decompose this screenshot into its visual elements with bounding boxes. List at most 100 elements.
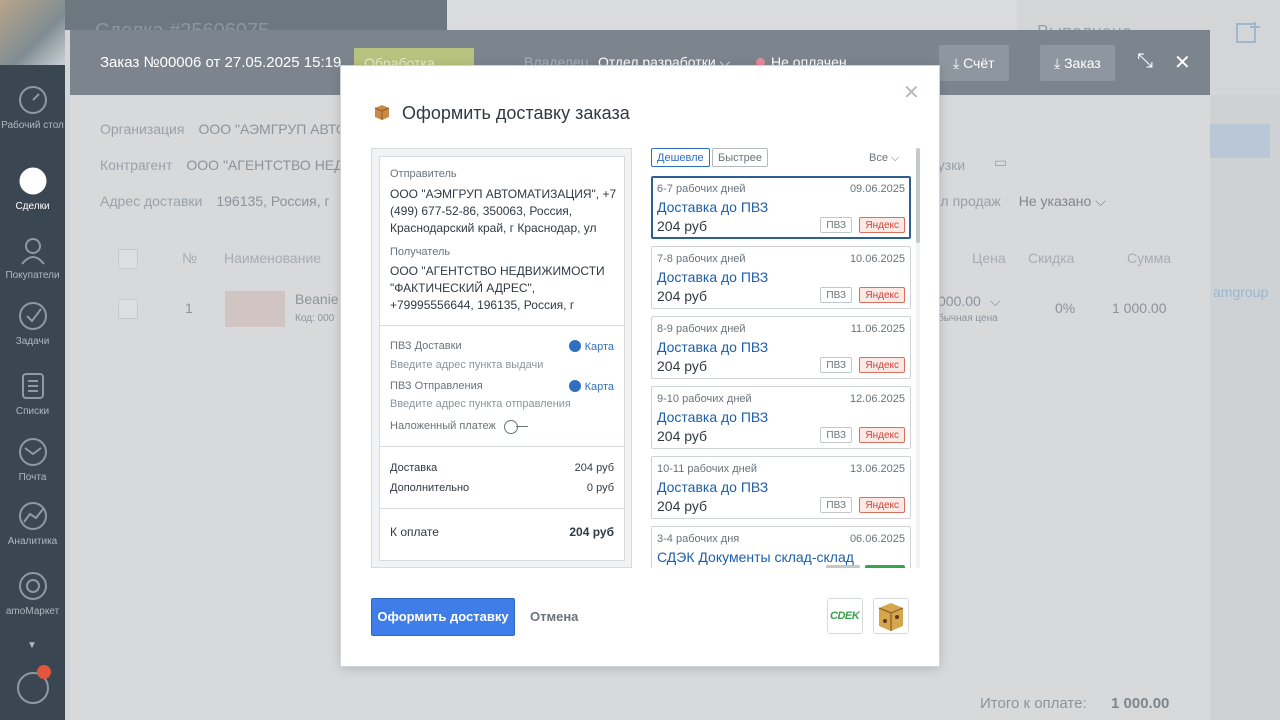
sidebar-item-market[interactable]: amoМаркет <box>0 570 65 618</box>
invoice-button[interactable]: ⤓ Счёт <box>939 45 1009 81</box>
cod-toggle[interactable] <box>504 420 530 434</box>
address-value[interactable]: 196135, Россия, г <box>216 193 329 209</box>
sidebar-item-analytics[interactable]: Аналитика <box>0 500 65 548</box>
delivery-option[interactable]: 9-10 рабочих дней 12.06.2025 Доставка до… <box>651 386 911 449</box>
option-price: 204 руб <box>657 218 708 234</box>
option-price: 204 руб <box>657 428 708 444</box>
order-button-label: Заказ <box>1064 55 1101 71</box>
sender-label: Отправитель <box>390 168 457 180</box>
delivery-option[interactable]: 6-7 рабочих дней 09.06.2025 Доставка до … <box>651 176 911 239</box>
chevron-down-icon[interactable]: ▼ <box>27 640 37 651</box>
row-product-code: Код: 000 <box>295 313 335 324</box>
user-avatar[interactable] <box>0 0 65 65</box>
invoice-button-label: Счёт <box>963 55 995 71</box>
option-name: Доставка до ПВЗ <box>657 479 769 495</box>
option-date: 10.06.2025 <box>849 253 905 265</box>
summary-card: Отправитель ООО "АЭМГРУП АВТОМАТИЗАЦИЯ",… <box>379 156 625 561</box>
col-sum: Сумма <box>1127 250 1171 266</box>
delivery-option[interactable]: 10-11 рабочих дней 13.06.2025 Доставка д… <box>651 456 911 519</box>
pvz-send-map-link[interactable]: Карта <box>568 380 614 393</box>
download-icon: ⤓ <box>1054 55 1061 71</box>
order-download-button[interactable]: ⤓ Заказ <box>1040 45 1115 81</box>
sidebar-item-label: Покупатели <box>5 270 60 281</box>
lists-icon <box>21 373 44 399</box>
pvz-send-label: ПВЗ Отправления <box>390 380 483 392</box>
sidebar-item-deals[interactable]: Сделки <box>0 165 65 213</box>
options-scrollbar-thumb[interactable] <box>916 148 920 243</box>
sidebar-item-mail[interactable]: Почта <box>0 436 65 484</box>
cdek-logo-text: CDEK <box>830 610 860 622</box>
option-name: Доставка до ПВЗ <box>657 409 769 425</box>
filter-all-select[interactable]: Все ⌵ <box>869 152 899 165</box>
row-product-name[interactable]: Beanie <box>295 291 339 307</box>
select-all-checkbox[interactable] <box>118 249 138 269</box>
option-date: 09.06.2025 <box>849 183 905 195</box>
parties-section: Отправитель ООО "АЭМГРУП АВТОМАТИЗАЦИЯ",… <box>380 157 624 326</box>
chevron-down-icon[interactable]: ⌵ <box>990 293 1001 310</box>
row-sum: 1 000.00 <box>1112 300 1167 316</box>
option-type-badge: ПВЗ <box>820 287 852 303</box>
option-name: Доставка до ПВЗ <box>657 339 769 355</box>
row-checkbox[interactable] <box>118 299 138 319</box>
tasks-icon <box>18 302 47 330</box>
sort-cheaper-button[interactable]: Дешевле <box>651 148 710 167</box>
map-link-label: Карта <box>584 381 614 393</box>
option-price: 204 руб <box>657 358 708 374</box>
delivery-option[interactable]: 7-8 рабочих дней 10.06.2025 Доставка до … <box>651 246 911 309</box>
submit-delivery-button[interactable]: Оформить доставку <box>371 598 515 636</box>
download-icon: ⤓ <box>953 55 960 71</box>
collapse-icon[interactable]: ⤡ <box>1137 50 1153 73</box>
calendar-icon[interactable]: ▭ <box>994 154 1007 171</box>
option-price: 204 руб <box>657 498 708 514</box>
delivery-option[interactable]: 8-9 рабочих дней 11.06.2025 Доставка до … <box>651 316 911 379</box>
deal-header: Сделка #25606075 <box>65 0 447 42</box>
sales-channel-select[interactable]: Не указано ⌵ <box>1019 193 1106 209</box>
col-price: Цена <box>972 250 1006 266</box>
pvz-delivery-label: ПВЗ Доставки <box>390 340 462 352</box>
cancel-button[interactable]: Отмена <box>530 609 578 624</box>
delivery-cost-label: Доставка <box>390 462 438 474</box>
order-title: Заказ №00006 от 27.05.2025 15:19 <box>100 54 342 71</box>
sidebar-item-label: Рабочий стол <box>1 120 64 131</box>
option-days: 8-9 рабочих дней <box>657 323 746 335</box>
option-provider-badge: Яндекс <box>859 427 905 443</box>
option-name: Доставка до ПВЗ <box>657 199 769 215</box>
pvz-delivery-map-link[interactable]: Карта <box>568 340 614 353</box>
sidebar-item-dashboard[interactable]: Рабочий стол <box>0 84 65 132</box>
pvz-delivery-input[interactable]: Введите адрес пункта выдачи <box>390 359 543 371</box>
row-price[interactable]: 000.00 <box>938 293 981 309</box>
right-panel-link[interactable]: amgroup <box>1213 284 1268 300</box>
map-link-label: Карта <box>584 341 614 353</box>
sort-faster-button[interactable]: Быстрее <box>712 148 769 167</box>
sidebar-item-label: Сделки <box>15 201 50 212</box>
close-icon[interactable]: ✕ <box>1174 50 1191 75</box>
close-icon[interactable]: ✕ <box>903 80 920 105</box>
cod-label: Наложенный платеж <box>390 420 496 432</box>
pvz-send-input[interactable]: Введите адрес пункта отправления <box>390 398 571 410</box>
toggle-knob <box>504 420 518 434</box>
option-date: 12.06.2025 <box>849 393 905 405</box>
option-provider-badge: Яндекс <box>859 217 905 233</box>
address-label: Адрес доставки <box>100 193 203 209</box>
option-provider-badge: Яндекс <box>859 287 905 303</box>
yandex-box-logo-icon[interactable] <box>873 598 909 634</box>
recipient-label: Получатель <box>390 246 451 258</box>
option-type-badge: ПВЗ <box>820 497 852 513</box>
customers-icon <box>20 238 45 265</box>
toggle-track <box>516 426 528 427</box>
option-provider-badge: Яндекс <box>859 357 905 373</box>
cdek-logo-icon[interactable]: CDEK <box>827 598 863 634</box>
sidebar-item-tasks[interactable]: Задачи <box>0 300 65 348</box>
recipient-value: ООО "АГЕНТСТВО НЕДВИЖИМОСТИ "ФАКТИЧЕСКИЙ… <box>390 264 605 312</box>
total-value: 1 000.00 <box>1111 695 1170 712</box>
sidebar-item-lists[interactable]: Списки <box>0 370 65 418</box>
address-field: Адрес доставки 196135, Россия, г <box>100 193 330 209</box>
option-provider-badge <box>865 565 905 568</box>
sidebar-item-customers[interactable]: Покупатели <box>0 234 65 282</box>
delivery-option[interactable]: 3-4 рабочих дня 06.06.2025 СДЭК Документ… <box>651 526 911 568</box>
add-icon[interactable] <box>1235 20 1261 46</box>
filter-all-label: Все <box>869 152 888 164</box>
sidebar-item-label: Аналитика <box>7 536 58 547</box>
option-days: 7-8 рабочих дней <box>657 253 746 265</box>
row-discount[interactable]: 0% <box>1055 300 1075 316</box>
